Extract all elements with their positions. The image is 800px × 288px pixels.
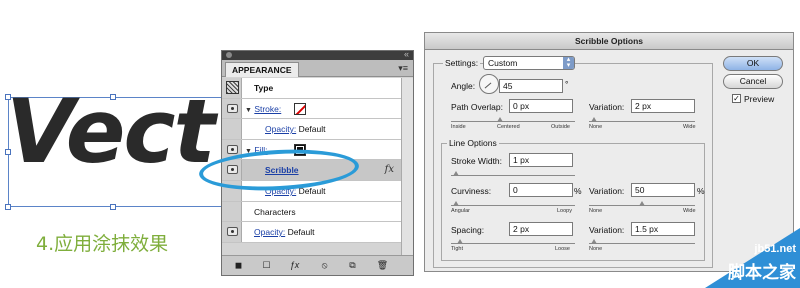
clear-icon[interactable]: ⦸ <box>318 259 331 272</box>
slider-knob[interactable] <box>591 239 597 244</box>
resize-handle[interactable] <box>110 204 116 210</box>
eye-icon[interactable] <box>227 227 238 237</box>
list-item-characters[interactable]: Characters <box>222 201 402 223</box>
slider-knob[interactable] <box>453 171 459 176</box>
curviness-field[interactable]: 0 <box>509 183 573 197</box>
step-caption: 4.应用涂抹效果 <box>36 233 169 255</box>
panel-bottom-toolbar: ◼ ☐ ƒx ⦸ ⧉ 🗑 <box>222 255 413 275</box>
preview-label: Preview <box>744 94 775 104</box>
dialog-title: Scribble Options <box>425 33 793 50</box>
opacity-value: Default <box>287 227 315 238</box>
clear-appearance-icon[interactable]: ☐ <box>260 259 273 272</box>
watermark-site: jb51.net <box>754 243 796 255</box>
eye-icon[interactable] <box>227 103 238 113</box>
scribbled-text[interactable]: Vect <box>6 88 216 176</box>
opacity-label[interactable]: Opacity: <box>265 124 296 134</box>
angle-dial[interactable] <box>479 74 499 94</box>
list-item-stroke[interactable]: ▼ Stroke: <box>222 98 402 120</box>
opacity-label[interactable]: Opacity: <box>254 227 285 237</box>
panel-menu-icon[interactable]: ▾≡ <box>398 63 408 74</box>
delete-icon[interactable]: 🗑 <box>376 259 389 272</box>
type-thumbnail-icon <box>226 81 239 94</box>
close-icon[interactable] <box>226 52 232 58</box>
settings-dropdown[interactable]: Custom ▴ ▾ <box>483 56 575 70</box>
spacing-slider[interactable] <box>451 243 575 244</box>
slider-knob[interactable] <box>591 117 597 122</box>
panel-tabbar: APPEARANCE ▾≡ <box>222 60 413 77</box>
path-overlap-field[interactable]: 0 px <box>509 99 573 113</box>
disclosure-triangle-icon[interactable]: ▼ <box>245 107 252 114</box>
angle-field[interactable]: 45 <box>499 79 563 93</box>
stroke-width-slider[interactable] <box>451 175 575 176</box>
duplicate-icon[interactable]: ⧉ <box>346 259 359 272</box>
spacing-variation-field[interactable]: 1.5 px <box>631 222 695 236</box>
path-overlap-variation-field[interactable]: 2 px <box>631 99 695 113</box>
curviness-slider[interactable] <box>451 205 575 206</box>
eye-icon[interactable] <box>227 144 238 154</box>
stroke-none-swatch[interactable] <box>294 102 306 115</box>
spacing-variation-slider[interactable] <box>589 243 695 244</box>
list-item-stroke-opacity[interactable]: Opacity: Default <box>222 119 402 140</box>
new-art-icon[interactable]: ◼ <box>232 259 245 272</box>
watermark-name: 脚本之家 <box>728 263 796 283</box>
fx-menu-icon[interactable]: ƒx <box>288 259 301 272</box>
panel-titlebar: « <box>222 49 413 60</box>
list-item-type-opacity[interactable]: Opacity: Default <box>222 222 402 243</box>
dropdown-arrow-icon: ▴ ▾ <box>563 56 574 69</box>
cancel-button[interactable]: Cancel <box>723 74 783 89</box>
curviness-variation-field[interactable]: 50 <box>631 183 695 197</box>
slider-knob[interactable] <box>457 239 463 244</box>
path-overlap-variation-slider[interactable] <box>589 121 695 122</box>
slider-knob[interactable] <box>497 117 503 122</box>
stroke-label[interactable]: Stroke: <box>254 104 281 114</box>
tab-appearance[interactable]: APPEARANCE <box>225 62 299 77</box>
fx-icon: fx <box>384 164 394 176</box>
stroke-width-field[interactable]: 1 px <box>509 153 573 167</box>
path-overlap-slider[interactable] <box>451 121 575 122</box>
artwork-area: Vect 4.应用涂抹效果 <box>0 0 230 288</box>
spacing-field[interactable]: 2 px <box>509 222 573 236</box>
panel-scrollbar[interactable] <box>401 78 413 255</box>
ok-button[interactable]: OK <box>723 56 783 71</box>
resize-handle[interactable] <box>5 204 11 210</box>
slider-knob[interactable] <box>453 201 459 206</box>
collapse-icon[interactable]: « <box>404 49 409 59</box>
preview-checkbox[interactable]: ✓ <box>732 94 741 103</box>
opacity-value: Default <box>298 124 326 135</box>
slider-knob[interactable] <box>639 201 645 206</box>
list-item-type[interactable]: Type <box>222 78 402 99</box>
